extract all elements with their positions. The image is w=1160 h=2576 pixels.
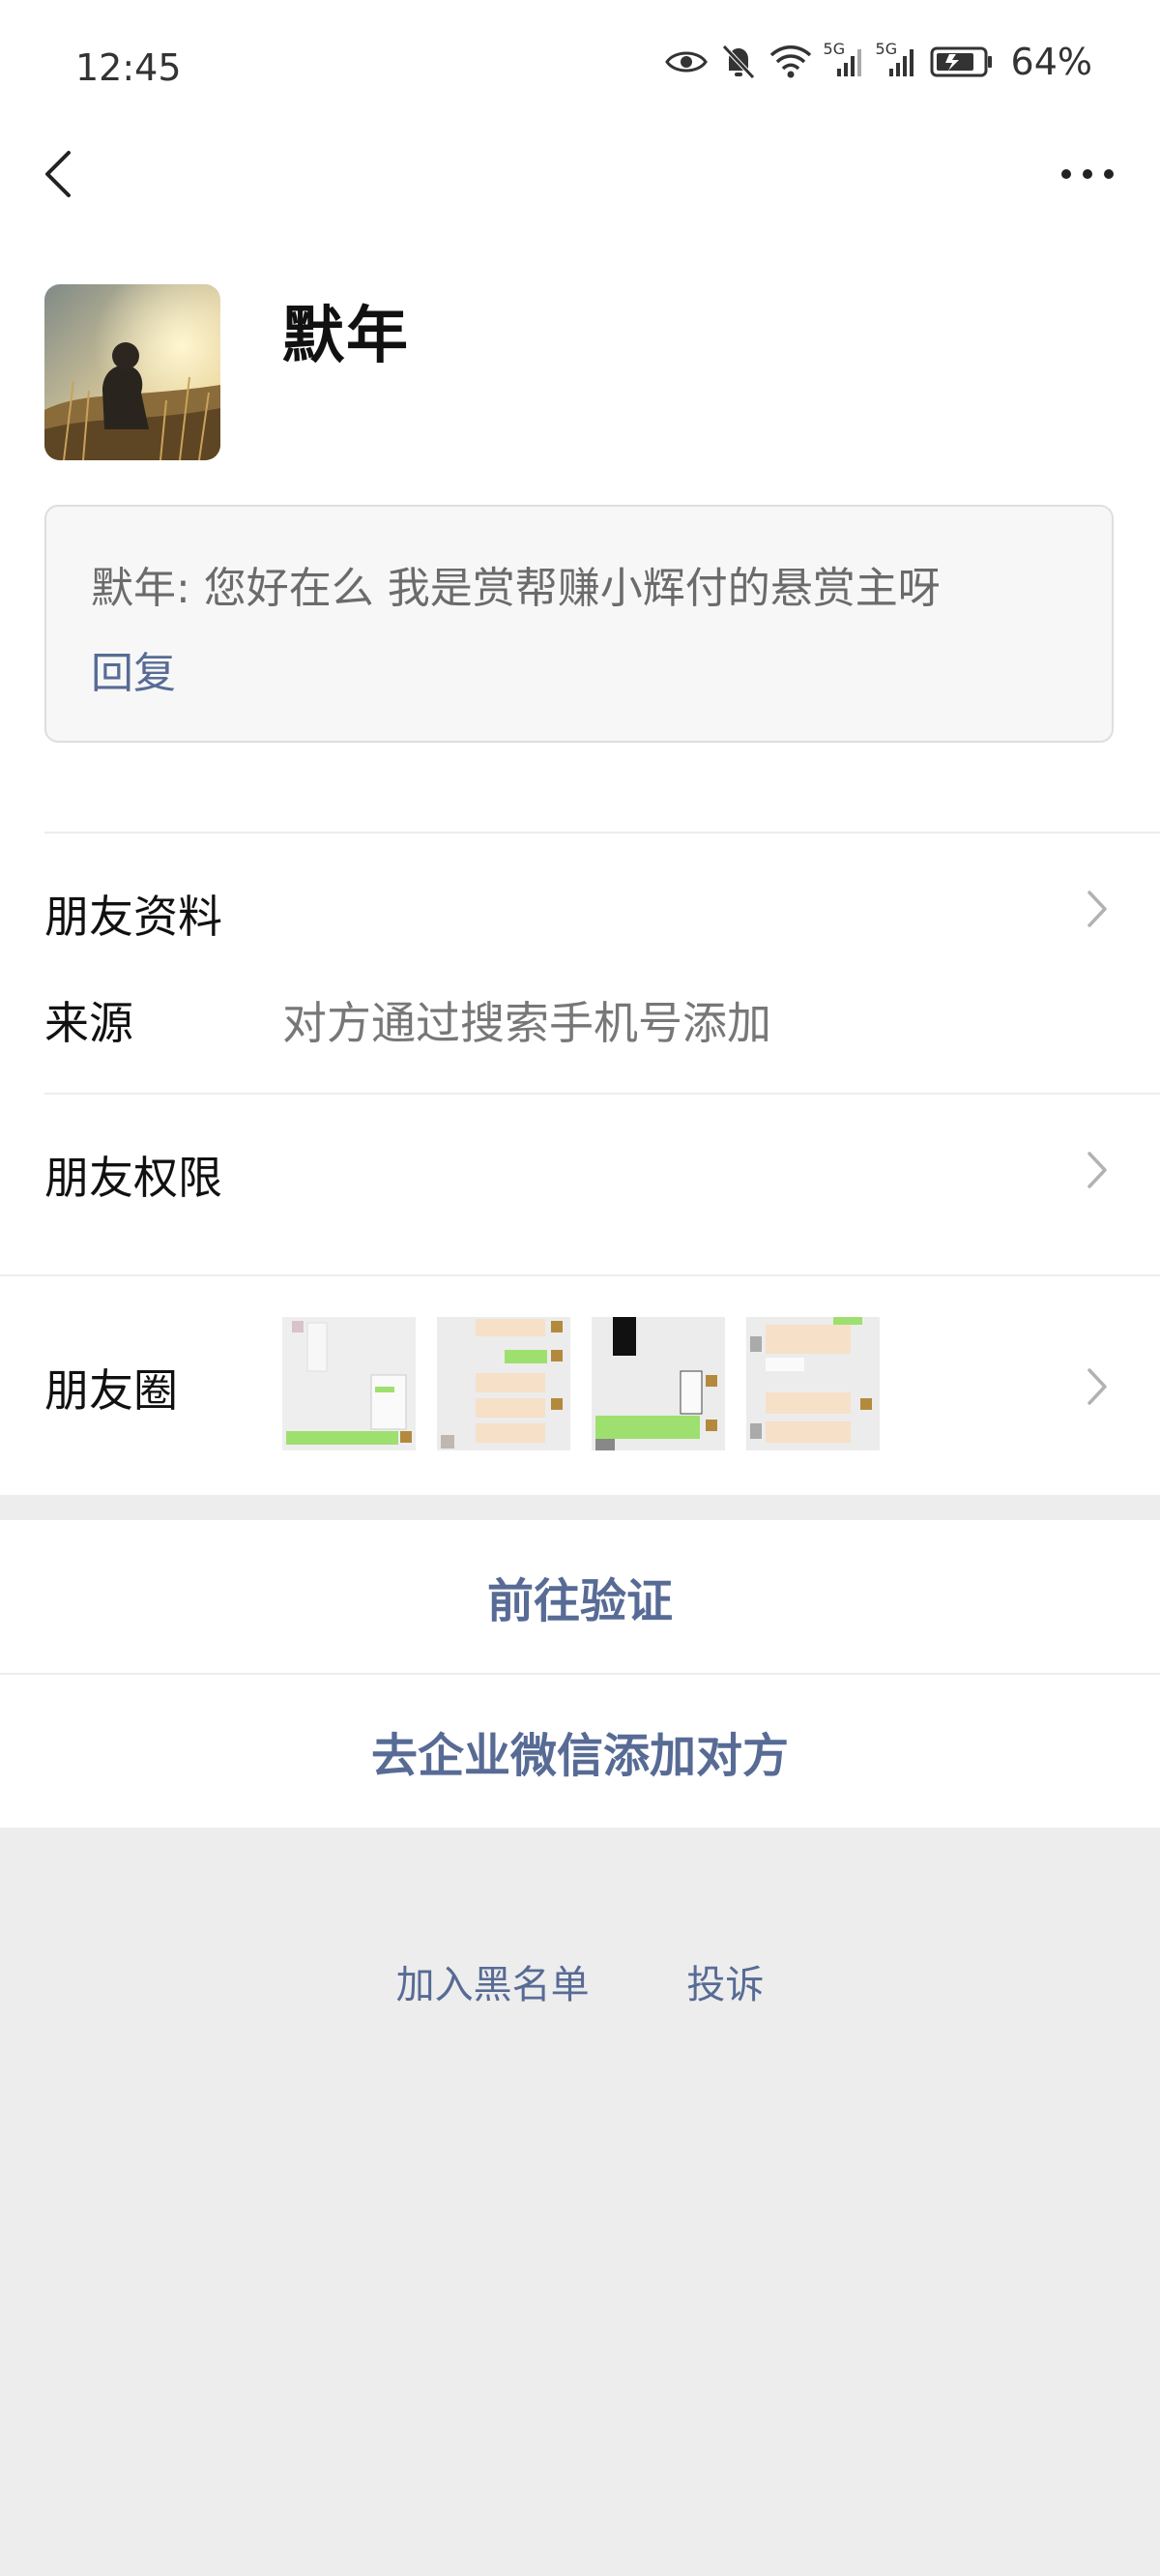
battery-percent: 64% xyxy=(1010,41,1092,83)
source-label: 来源 xyxy=(44,997,133,1049)
footer-links: 加入黑名单 投诉 xyxy=(0,1953,1160,2009)
wifi-icon xyxy=(769,45,812,78)
moment-thumbnail[interactable] xyxy=(437,1317,570,1450)
greeting-message-box: 默年: 您好在么 我是赏帮赚小辉付的悬赏主呀 回复 xyxy=(44,505,1114,743)
eye-icon xyxy=(664,47,708,76)
status-time: 12:45 xyxy=(75,46,182,89)
friend-info-row[interactable]: 朋友资料 xyxy=(0,851,1160,967)
moment-thumbnail[interactable] xyxy=(282,1317,416,1450)
add-to-blacklist-link[interactable]: 加入黑名单 xyxy=(396,1953,590,2009)
friend-permissions-label: 朋友权限 xyxy=(44,1152,222,1204)
greeting-text: 默年: 您好在么 我是赏帮赚小辉付的悬赏主呀 xyxy=(91,564,941,613)
back-button[interactable] xyxy=(29,145,87,203)
mute-bell-icon xyxy=(721,44,756,80)
moments-label: 朋友圈 xyxy=(44,1364,178,1417)
chevron-right-icon xyxy=(1083,888,1112,930)
status-bar: 12:45 5G 5G 64% xyxy=(0,0,1160,135)
status-icons: 5G 5G 64% xyxy=(664,40,1092,83)
avatar[interactable] xyxy=(44,284,220,460)
moments-row[interactable]: 朋友圈 xyxy=(0,1276,1160,1495)
cellular-signal-icon: 5G xyxy=(824,40,864,78)
moment-thumbnail[interactable] xyxy=(746,1317,880,1450)
report-link[interactable]: 投诉 xyxy=(686,1953,764,2009)
chevron-right-icon xyxy=(1083,1365,1112,1408)
moment-thumbnail[interactable] xyxy=(592,1317,725,1450)
friend-permissions-row[interactable]: 朋友权限 xyxy=(0,1112,1160,1238)
more-dots-icon xyxy=(1061,169,1114,179)
reply-link[interactable]: 回复 xyxy=(91,638,176,700)
source-row: 来源 对方通过搜索手机号添加 xyxy=(0,967,1160,1073)
friend-info-label: 朋友资料 xyxy=(44,891,222,943)
profile-name: 默年 xyxy=(282,301,410,372)
cellular-signal-icon: 5G xyxy=(876,40,916,78)
chevron-left-icon xyxy=(45,151,71,197)
signal-1-label: 5G xyxy=(823,40,846,58)
signal-2-label: 5G xyxy=(875,40,898,58)
contact-profile-screen: 12:45 5G 5G 64% 默年 默年: 您好在么 我是赏帮赚小辉付的悬赏主… xyxy=(0,0,1160,2576)
add-via-enterprise-wechat-button[interactable]: 去企业微信添加对方 xyxy=(0,1675,1160,1828)
divider xyxy=(44,1093,1160,1095)
divider xyxy=(44,832,1160,834)
verify-button[interactable]: 前往验证 xyxy=(0,1520,1160,1673)
moments-thumbnails xyxy=(282,1317,880,1450)
more-options-button[interactable] xyxy=(1054,155,1121,193)
battery-icon xyxy=(930,45,994,78)
source-value: 对方通过搜索手机号添加 xyxy=(282,997,771,1049)
chevron-right-icon xyxy=(1083,1149,1112,1191)
action-buttons: 前往验证 去企业微信添加对方 xyxy=(0,1520,1160,1828)
